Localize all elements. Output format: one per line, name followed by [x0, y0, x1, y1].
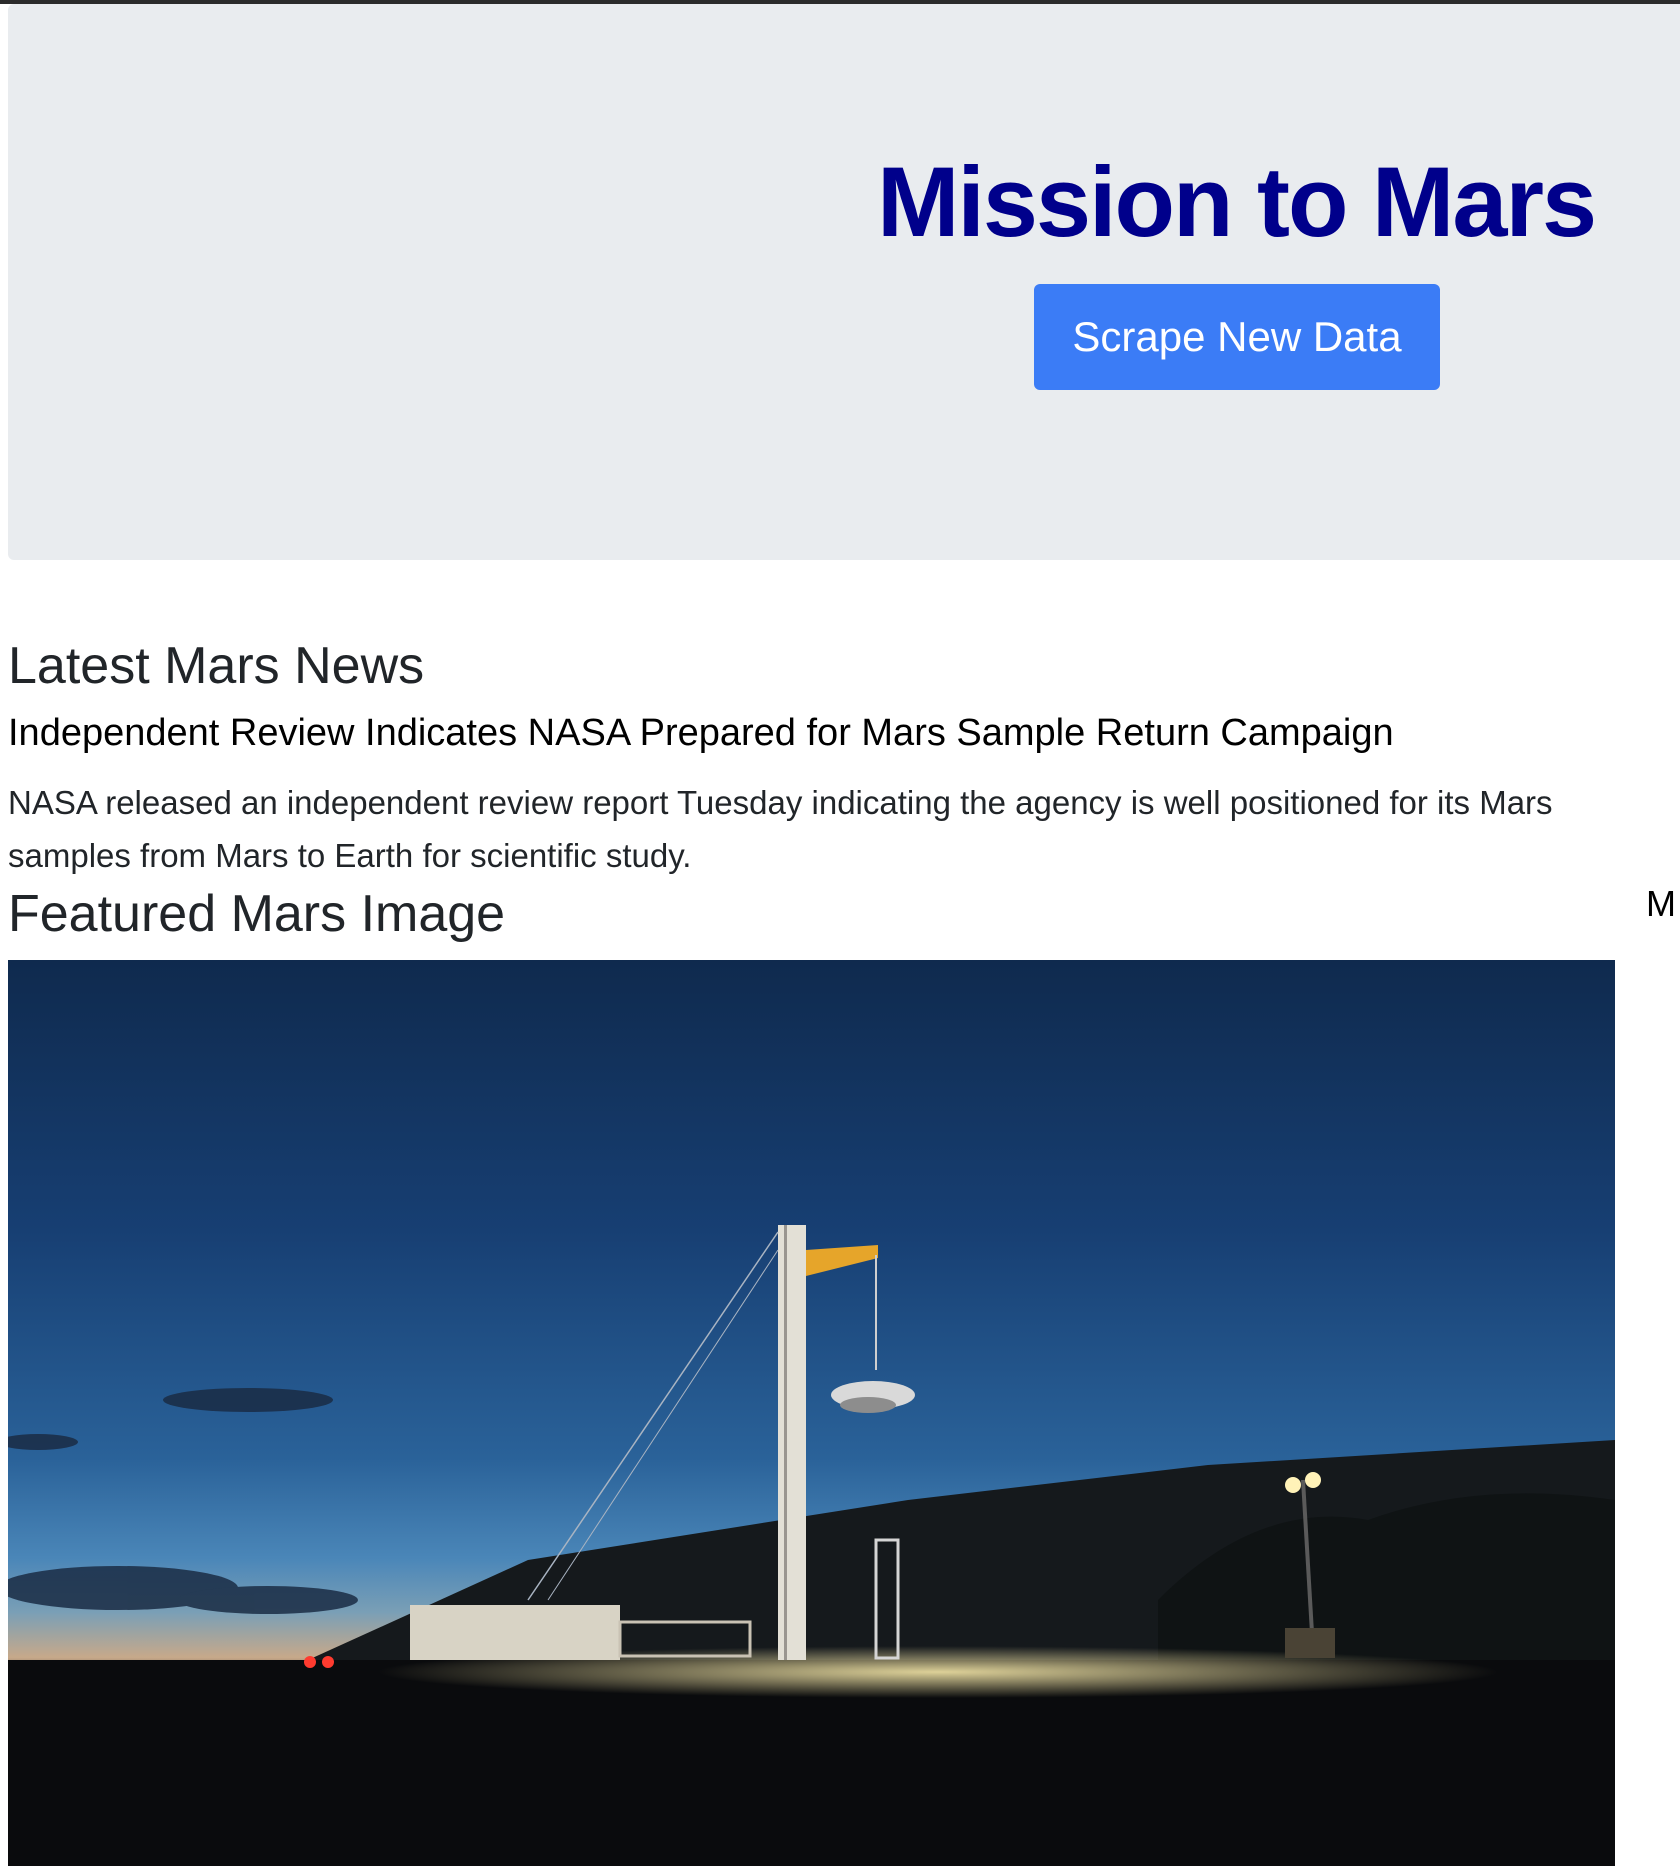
featured-image-heading: Featured Mars Image — [8, 885, 506, 943]
news-paragraph: NASA released an independent review repo… — [8, 776, 1680, 882]
crane-arm — [806, 1245, 878, 1276]
cloud-shapes — [8, 1388, 358, 1614]
featured-mars-image — [8, 960, 1615, 1866]
featured-image-scene — [8, 1225, 1615, 1866]
launch-tower — [778, 1225, 806, 1660]
page-title: Mission to Mars — [876, 146, 1597, 257]
trailer — [410, 1605, 620, 1660]
side-column-heading-fragment: M — [1646, 883, 1676, 924]
scrape-new-data-button[interactable]: Scrape New Data — [1034, 284, 1440, 390]
news-paragraph-line-1: NASA released an independent review repo… — [8, 784, 1553, 821]
news-paragraph-line-2: samples from Mars to Earth for scientifi… — [8, 837, 692, 874]
news-title: Independent Review Indicates NASA Prepar… — [8, 712, 1394, 754]
jumbotron-header: Mission to Mars Scrape New Data — [8, 4, 1680, 560]
latest-news-heading: Latest Mars News — [8, 637, 425, 695]
